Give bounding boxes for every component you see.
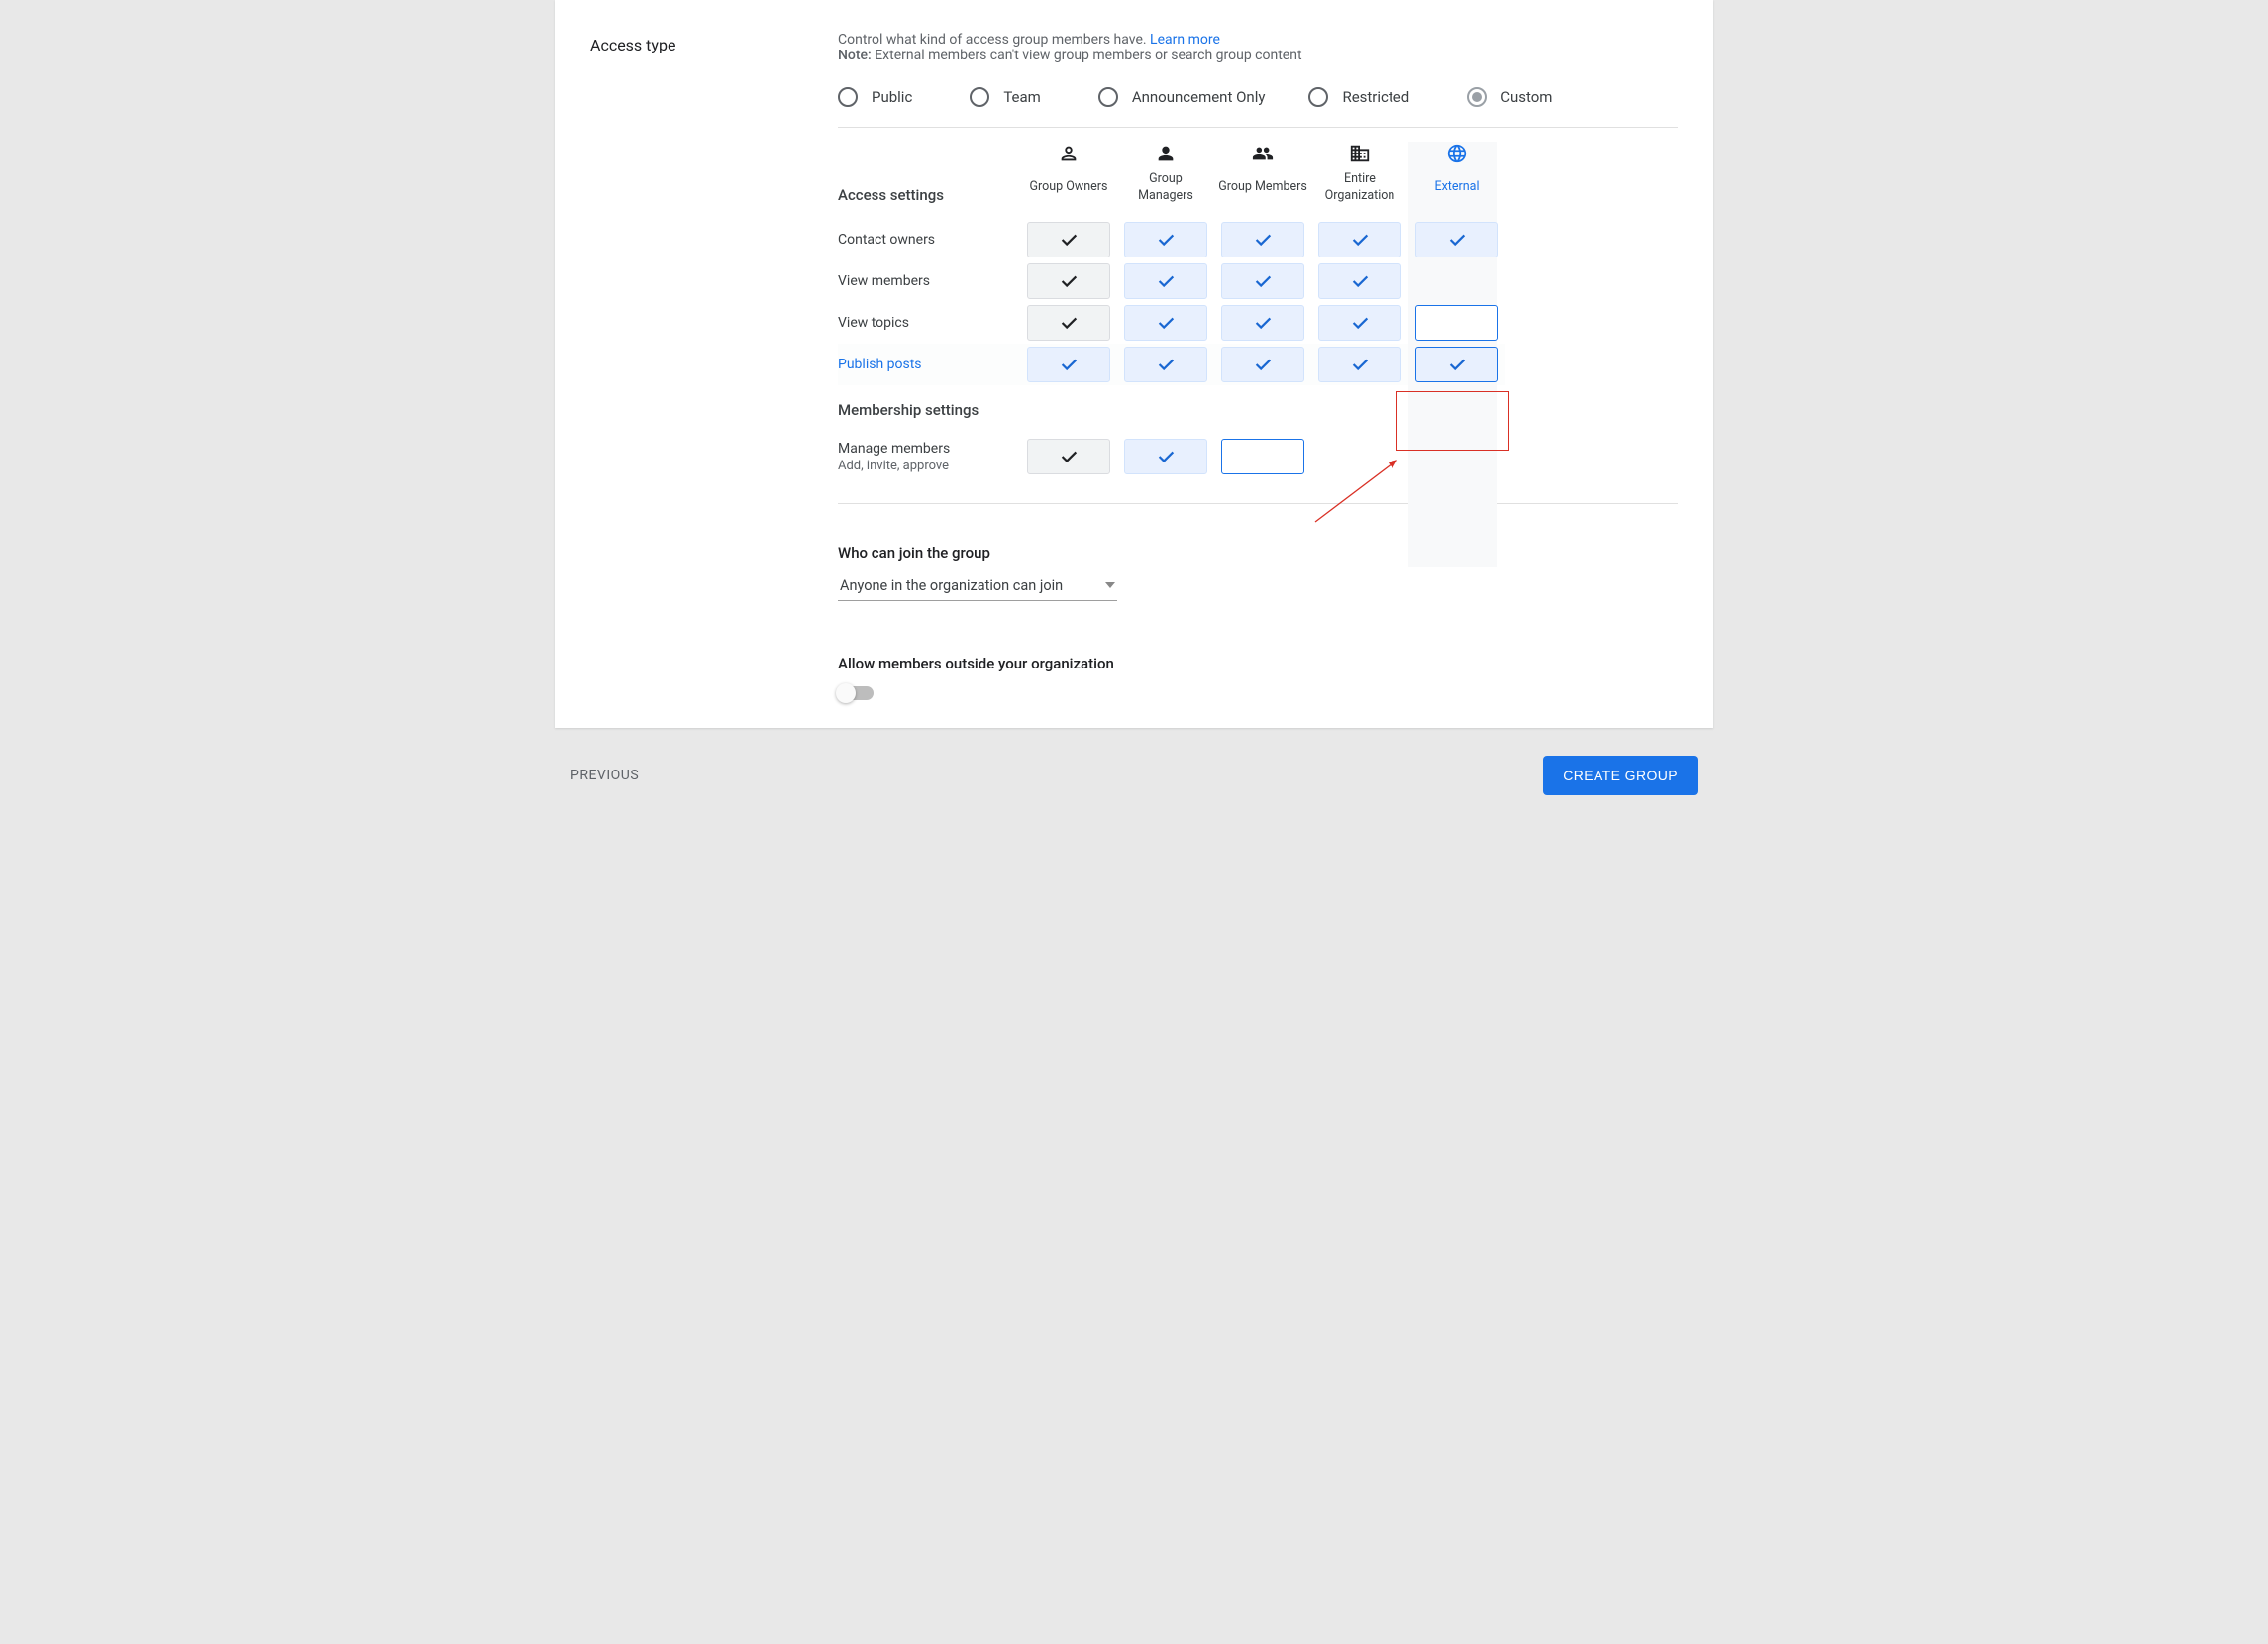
chk-viewt-owners[interactable] <box>1027 305 1110 341</box>
chk-viewt-managers <box>1124 305 1207 341</box>
col-managers-label: Group Managers <box>1121 165 1210 219</box>
create-group-button[interactable]: CREATE GROUP <box>1543 756 1698 795</box>
row-view-members: View members <box>838 260 1505 302</box>
col-org-icon <box>1311 142 1408 165</box>
radio-restricted-label: Restricted <box>1342 88 1409 106</box>
chk-contact-owners[interactable] <box>1027 222 1110 257</box>
radio-restricted[interactable]: Restricted <box>1308 87 1409 107</box>
allow-external-title: Allow members outside your organization <box>838 655 1678 672</box>
chk-contact-managers[interactable] <box>1124 222 1207 257</box>
access-settings-heading: Access settings <box>838 165 1020 219</box>
row-contact-owners: Contact owners <box>838 219 1505 260</box>
chk-viewt-org[interactable] <box>1318 305 1401 341</box>
col-external-label: External <box>1412 173 1501 210</box>
chk-manage-owners[interactable] <box>1027 439 1110 474</box>
radio-custom[interactable]: Custom <box>1467 87 1552 107</box>
person-outline-icon <box>1058 143 1080 164</box>
description-text: Control what kind of access group member… <box>838 32 1147 48</box>
chk-pub-members[interactable] <box>1221 347 1304 382</box>
globe-icon <box>1446 143 1468 164</box>
col-managers-icon <box>1117 142 1214 165</box>
chk-viewt-members[interactable] <box>1221 305 1304 341</box>
access-description: Control what kind of access group member… <box>838 32 1678 48</box>
radio-announcement-label: Announcement Only <box>1132 88 1266 106</box>
who-can-join-title: Who can join the group <box>838 544 1678 562</box>
access-note: Note: External members can't view group … <box>838 48 1678 63</box>
access-type-radios: Public Team Announcement Only Restricted <box>838 87 1678 128</box>
row-manage-members: Manage members Add, invite, approve <box>838 429 1505 485</box>
col-org-label: Entire Organization <box>1315 165 1404 219</box>
col-members-label: Group Members <box>1218 173 1307 210</box>
chk-contact-members[interactable] <box>1221 222 1304 257</box>
radio-public[interactable]: Public <box>838 87 912 107</box>
manage-members-sublabel: Add, invite, approve <box>838 459 1020 473</box>
chk-viewm-managers[interactable] <box>1124 263 1207 299</box>
chk-contact-org[interactable] <box>1318 222 1401 257</box>
radio-announcement[interactable]: Announcement Only <box>1098 87 1266 107</box>
chk-viewt-external[interactable] <box>1415 305 1498 341</box>
chk-pub-managers[interactable] <box>1124 347 1207 382</box>
col-external-icon <box>1408 142 1505 165</box>
chk-viewm-org[interactable] <box>1318 263 1401 299</box>
section-title: Access type <box>590 36 838 54</box>
col-owners-icon <box>1020 142 1117 165</box>
chk-manage-managers[interactable] <box>1124 439 1207 474</box>
chk-viewm-members[interactable] <box>1221 263 1304 299</box>
radio-public-label: Public <box>872 88 912 106</box>
chk-pub-org[interactable] <box>1318 347 1401 382</box>
chk-manage-members[interactable] <box>1221 439 1304 474</box>
people-icon <box>1250 143 1276 164</box>
note-text: External members can't view group member… <box>875 48 1301 63</box>
previous-button[interactable]: PREVIOUS <box>570 768 639 783</box>
row-publish-posts: Publish posts <box>838 344 1505 385</box>
who-can-join-select[interactable]: Anyone in the organization can join <box>838 571 1117 601</box>
allow-external-toggle[interactable] <box>838 686 874 700</box>
col-members-icon <box>1214 142 1311 165</box>
radio-team-label: Team <box>1003 88 1041 106</box>
row-view-topics: View topics <box>838 302 1505 344</box>
chk-pub-owners[interactable] <box>1027 347 1110 382</box>
person-icon <box>1155 143 1177 164</box>
who-can-join-value: Anyone in the organization can join <box>840 577 1063 594</box>
membership-settings-heading: Membership settings <box>838 385 1020 429</box>
chk-pub-external[interactable] <box>1415 347 1498 382</box>
radio-team[interactable]: Team <box>970 87 1041 107</box>
col-owners-label: Group Owners <box>1024 173 1113 210</box>
domain-icon <box>1349 143 1371 164</box>
chk-viewm-owners[interactable] <box>1027 263 1110 299</box>
radio-custom-label: Custom <box>1500 88 1552 106</box>
chk-contact-external[interactable] <box>1415 222 1498 257</box>
note-label: Note: <box>838 48 872 63</box>
learn-more-link[interactable]: Learn more <box>1150 32 1220 48</box>
manage-members-label: Manage members <box>838 441 1020 457</box>
chevron-down-icon <box>1105 582 1115 588</box>
